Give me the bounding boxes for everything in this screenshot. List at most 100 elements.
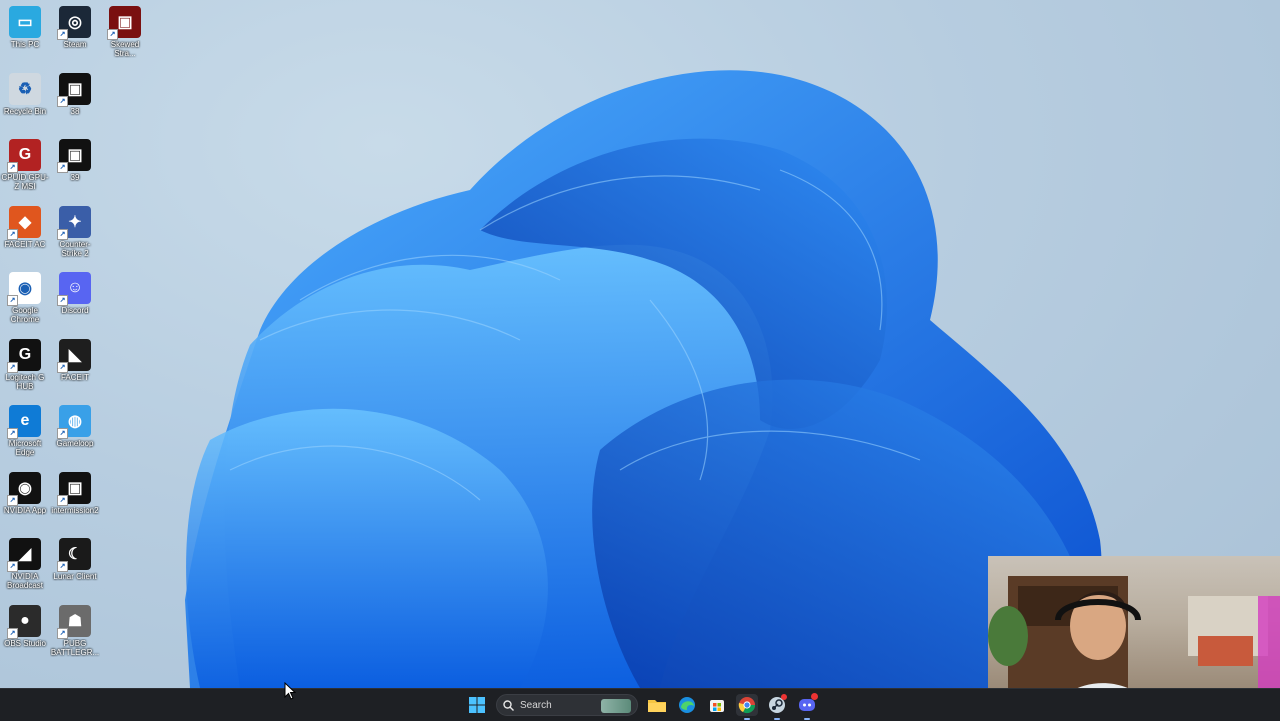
- desktop-icon-label: Microsoft Edge: [8, 439, 42, 457]
- desktop-icon-label: Recycle Bin: [3, 106, 47, 116]
- video-file-icon: ▣ ↗: [107, 6, 141, 40]
- desktop-icon-label: Skewed Stra...: [110, 40, 140, 58]
- video-file-icon: ▣ ↗: [57, 72, 91, 107]
- shortcut-arrow-icon: ↗: [107, 29, 118, 40]
- desktop-icon-label: intermission2: [51, 505, 99, 515]
- desktop-icon-faceit-ac[interactable]: ◆ ↗ FACEIT AC: [0, 205, 50, 249]
- desktop-icon-label: Discord: [61, 306, 89, 315]
- search-icon: [503, 699, 514, 711]
- lunar-client-icon: ☾ ↗: [57, 538, 91, 572]
- desktop-icon-label: Lunar Client: [53, 572, 97, 581]
- monitor-icon: ▭: [9, 6, 41, 38]
- desktop-icon-steam[interactable]: ◎ ↗ Steam: [50, 6, 100, 49]
- desktop-icon-label: FACEIT AC: [4, 239, 46, 249]
- video-file-icon: ▣ ↗: [57, 139, 91, 173]
- taskbar-search-box[interactable]: Search: [496, 694, 638, 716]
- shortcut-arrow-icon: ↗: [57, 561, 68, 572]
- desktop-icon-label: 38: [70, 106, 80, 116]
- notification-badge: [811, 693, 818, 700]
- shortcut-arrow-icon: ↗: [57, 361, 68, 373]
- shortcut-arrow-icon: ↗: [7, 627, 18, 639]
- desktop-icon-video-file[interactable]: ▣ ↗ 39: [50, 139, 100, 182]
- shortcut-arrow-icon: ↗: [57, 29, 68, 40]
- desktop-icon-nvidia-broadcast[interactable]: ◢ ↗ NVIDIA Broadcast: [0, 538, 50, 590]
- desktop-icon-obs[interactable]: ● ↗ OBS Studio: [0, 604, 50, 648]
- desktop-icon-label: Gameloop: [56, 439, 94, 448]
- logitech-icon: G ↗: [7, 338, 41, 373]
- steam-button[interactable]: [766, 694, 788, 720]
- file-explorer-button[interactable]: [646, 694, 668, 716]
- shortcut-arrow-icon: ↗: [57, 295, 68, 306]
- desktop-icon-gpuz[interactable]: G ↗ CPUID GPU-Z MSI: [0, 139, 50, 191]
- recycle-bin-icon: ♻: [9, 72, 41, 105]
- search-highlight-icon: [601, 699, 631, 713]
- desktop-icon-logitech[interactable]: G ↗ Logitech G HUB: [0, 338, 50, 391]
- shortcut-arrow-icon: ↗: [57, 228, 68, 240]
- shortcut-arrow-icon: ↗: [57, 494, 68, 506]
- start-button[interactable]: [466, 694, 488, 716]
- desktop-icon-video-file[interactable]: ▣ ↗ Skewed Stra...: [100, 6, 150, 58]
- shortcut-arrow-icon: ↗: [7, 561, 18, 572]
- discord-button[interactable]: [796, 693, 818, 720]
- shortcut-arrow-icon: ↗: [57, 162, 68, 173]
- taskbar: Search: [0, 688, 1280, 721]
- desktop-icon-lunar-client[interactable]: ☾ ↗ Lunar Client: [50, 538, 100, 581]
- desktop-icon-label: NVIDIA App: [3, 505, 47, 515]
- nvidia-broadcast-icon: ◢ ↗: [7, 538, 41, 572]
- gameloop-icon: ◍ ↗: [57, 405, 91, 439]
- store-button[interactable]: [706, 694, 728, 716]
- pubg-icon: ☗ ↗: [57, 604, 91, 639]
- file-explorer-icon: [648, 700, 666, 712]
- desktop-icon-pubg[interactable]: ☗ ↗ PUBG BATTLEGR...: [50, 604, 100, 657]
- edge-icon: e ↗: [7, 405, 41, 439]
- desktop-icon-label: PUBG BATTLEGR...: [50, 638, 100, 657]
- start-icon: [469, 697, 485, 713]
- video-file-icon: ▣ ↗: [57, 471, 91, 506]
- desktop-icon-nvidia[interactable]: ◉ ↗ NVIDIA App: [0, 471, 50, 515]
- edge-button[interactable]: [676, 694, 698, 716]
- desktop-icon-label: NVIDIA Broadcast: [6, 572, 44, 590]
- nvidia-icon: ◉ ↗: [7, 471, 41, 506]
- desktop-icon-cs2[interactable]: ✦ ↗ Counter-Strike 2: [50, 205, 100, 258]
- search-placeholder: Search: [520, 699, 552, 711]
- mouse-cursor: [284, 682, 296, 700]
- desktop-icon-discord[interactable]: ☺ ↗ Discord: [50, 272, 100, 315]
- desktop-icon-video-file[interactable]: ▣ ↗ intermission2: [50, 471, 100, 515]
- desktop-icon-label: Counter-Strike 2: [59, 239, 91, 258]
- discord-icon: ☺ ↗: [57, 272, 91, 306]
- shortcut-arrow-icon: ↗: [7, 428, 18, 439]
- desktop-icon-gameloop[interactable]: ◍ ↗ Gameloop: [50, 405, 100, 448]
- shortcut-arrow-icon: ↗: [7, 361, 18, 373]
- notification-badge: [781, 694, 787, 700]
- taskbar-center: Search: [466, 689, 818, 721]
- shortcut-arrow-icon: ↗: [57, 627, 68, 639]
- desktop-icon-label: 39: [70, 173, 80, 182]
- desktop-icon-label: Steam: [63, 40, 87, 49]
- shortcut-arrow-icon: ↗: [57, 95, 68, 107]
- desktop-icon-label: CPUID GPU-Z MSI: [1, 173, 49, 191]
- cs2-icon: ✦ ↗: [57, 205, 91, 240]
- steam-icon: ◎ ↗: [57, 6, 91, 40]
- desktop-icon-monitor[interactable]: ▭ This PC: [0, 6, 50, 49]
- desktop-icon-label: Google Chrome: [10, 306, 40, 324]
- chrome-button[interactable]: [736, 694, 758, 720]
- desktop-icon-edge[interactable]: e ↗ Microsoft Edge: [0, 405, 50, 457]
- store-icon: [710, 700, 724, 712]
- obs-icon: ● ↗: [7, 604, 41, 639]
- desktop-icon-recycle-bin[interactable]: ♻ Recycle Bin: [0, 72, 50, 116]
- shortcut-arrow-icon: ↗: [7, 162, 18, 173]
- shortcut-arrow-icon: ↗: [7, 295, 18, 306]
- desktop-icon-label: Logitech G HUB: [5, 372, 45, 391]
- faceit-icon: ◣ ↗: [57, 338, 91, 373]
- desktop-icon-label: FACEIT: [60, 372, 89, 382]
- chrome-icon: ◉ ↗: [7, 272, 41, 306]
- desktop-icon-label: OBS Studio: [4, 638, 46, 648]
- shortcut-arrow-icon: ↗: [57, 428, 68, 439]
- desktop-icon-video-file[interactable]: ▣ ↗ 38: [50, 72, 100, 116]
- shortcut-arrow-icon: ↗: [7, 494, 18, 506]
- gpuz-icon: G ↗: [7, 139, 41, 173]
- desktop-icon-faceit[interactable]: ◣ ↗ FACEIT: [50, 338, 100, 382]
- desktop-icon-chrome[interactable]: ◉ ↗ Google Chrome: [0, 272, 50, 324]
- desktop-icon-grid: ▭ This PC ◎ ↗ Steam ▣ ↗ Skewed Stra... ♻ Recycle …: [0, 0, 160, 688]
- chrome-icon: [738, 697, 756, 714]
